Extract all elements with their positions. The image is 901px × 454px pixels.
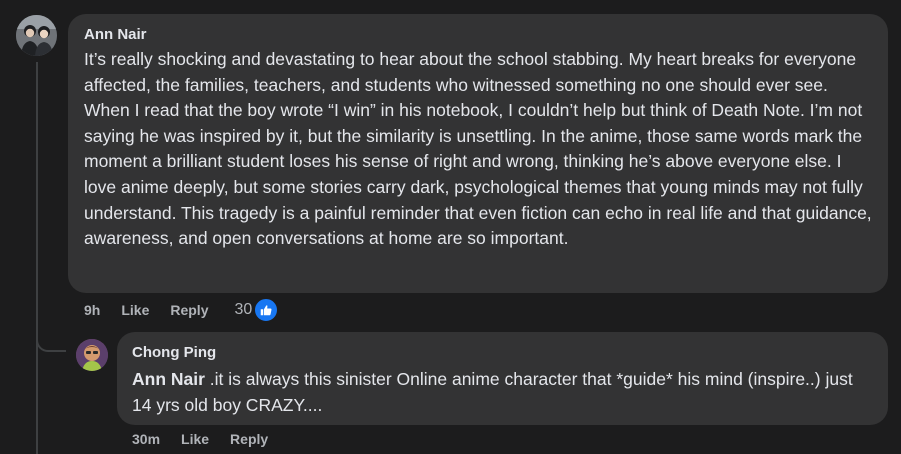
comment-bubble: Ann Nair It’s really shocking and devast…: [68, 14, 888, 293]
reaction-count: 30: [234, 301, 253, 318]
like-button[interactable]: Like: [121, 302, 149, 318]
comment-timestamp[interactable]: 9h: [84, 302, 100, 318]
thread-line: [36, 62, 38, 454]
thumbs-up-icon: [253, 297, 280, 323]
reply-text: Ann Nair .it is always this sinister Onl…: [132, 366, 872, 418]
reply-avatar[interactable]: [76, 339, 108, 371]
reply-timestamp[interactable]: 30m: [132, 431, 160, 447]
avatar[interactable]: [16, 15, 57, 56]
avatar-photo-icon: [16, 15, 57, 56]
comment-author[interactable]: Ann Nair: [84, 25, 872, 45]
reply-body: .it is always this sinister Online anime…: [132, 369, 853, 415]
mention-link[interactable]: Ann Nair: [132, 369, 205, 389]
comment-actions: 9h Like Reply 30: [84, 297, 280, 323]
reply-reply-button[interactable]: Reply: [230, 431, 268, 447]
reaction-summary[interactable]: 30: [234, 297, 280, 323]
comment-thread: Ann Nair It’s really shocking and devast…: [0, 0, 901, 454]
reply-bubble: Chong Ping Ann Nair .it is always this s…: [117, 332, 888, 425]
reply-connector: [36, 330, 66, 352]
comment-text: It’s really shocking and devastating to …: [84, 49, 872, 249]
reply-button[interactable]: Reply: [170, 302, 208, 318]
reply-actions: 30m Like Reply: [132, 427, 289, 451]
avatar-photo-icon: [76, 339, 108, 371]
reply-like-button[interactable]: Like: [181, 431, 209, 447]
reply-author[interactable]: Chong Ping: [132, 343, 872, 363]
